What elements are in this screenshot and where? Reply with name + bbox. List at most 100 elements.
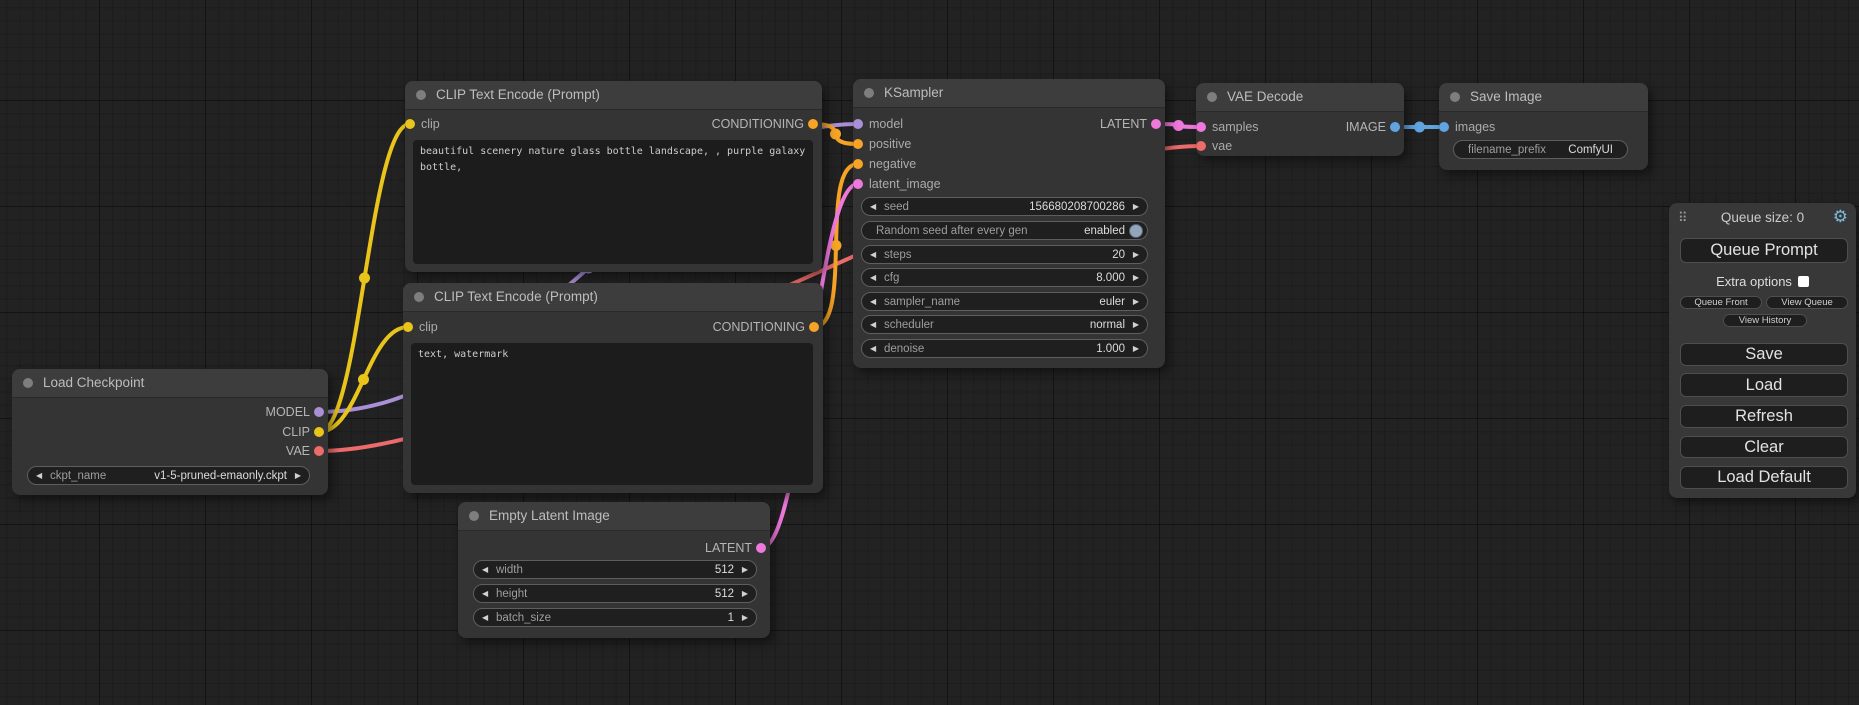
left-arrow-icon[interactable]: ◀: [870, 341, 876, 357]
extra-options-label: Extra options: [1716, 274, 1792, 289]
right-arrow-icon[interactable]: ▶: [295, 468, 301, 484]
output-label-CONDITIONING: CONDITIONING: [712, 117, 804, 131]
widget-denoise[interactable]: ◀denoise1.000▶: [861, 339, 1148, 358]
collapse-dot-icon[interactable]: [414, 292, 424, 302]
output-dot-CLIP[interactable]: [314, 427, 324, 437]
widget-height[interactable]: ◀height512▶: [473, 584, 757, 603]
widget-scheduler[interactable]: ◀schedulernormal▶: [861, 315, 1148, 334]
input-dot-model[interactable]: [853, 119, 863, 129]
output-dot-CONDITIONING[interactable]: [809, 322, 819, 332]
collapse-dot-icon[interactable]: [416, 90, 426, 100]
collapse-dot-icon[interactable]: [864, 88, 874, 98]
node-ksampler[interactable]: KSamplermodelpositivenegativelatent_imag…: [853, 79, 1165, 368]
collapse-dot-icon[interactable]: [469, 511, 479, 521]
right-arrow-icon[interactable]: ▶: [1133, 247, 1139, 263]
prompt-textarea[interactable]: text, watermark: [411, 343, 813, 485]
right-arrow-icon[interactable]: ▶: [1133, 341, 1139, 357]
node-title-bar[interactable]: Empty Latent Image: [458, 502, 770, 531]
load-default-button[interactable]: Load Default: [1680, 466, 1848, 489]
clear-button[interactable]: Clear: [1680, 436, 1848, 458]
widget-value: 1: [728, 610, 734, 626]
widget-label: seed: [884, 199, 909, 215]
node-clip_encode_1[interactable]: CLIP Text Encode (Prompt)clipCONDITIONIN…: [405, 81, 822, 272]
input-dot-negative[interactable]: [853, 159, 863, 169]
input-dot-vae[interactable]: [1196, 141, 1206, 151]
output-dot-LATENT[interactable]: [1151, 119, 1161, 129]
output-dot-IMAGE[interactable]: [1390, 122, 1400, 132]
collapse-dot-icon[interactable]: [1450, 92, 1460, 102]
node-title-bar[interactable]: CLIP Text Encode (Prompt): [405, 81, 822, 110]
left-arrow-icon[interactable]: ◀: [870, 247, 876, 263]
node-load_checkpoint[interactable]: Load CheckpointMODELCLIPVAE◀ckpt_namev1-…: [12, 369, 328, 495]
output-label-LATENT: LATENT: [705, 541, 752, 555]
extra-options-checkbox[interactable]: [1798, 276, 1809, 287]
left-arrow-icon[interactable]: ◀: [36, 468, 42, 484]
output-dot-LATENT[interactable]: [756, 543, 766, 553]
widget-batch_size[interactable]: ◀batch_size1▶: [473, 608, 757, 627]
widget-value: enabled: [1084, 223, 1125, 239]
view-queue-button[interactable]: View Queue: [1766, 296, 1848, 309]
widget-width[interactable]: ◀width512▶: [473, 560, 757, 579]
widget-filename_prefix[interactable]: filename_prefixComfyUI: [1453, 140, 1628, 159]
link-midpoint-dot: [1173, 120, 1184, 131]
node-title-bar[interactable]: Load Checkpoint: [12, 369, 328, 398]
right-arrow-icon[interactable]: ▶: [1133, 270, 1139, 286]
input-dot-clip[interactable]: [403, 322, 413, 332]
collapse-dot-icon[interactable]: [1207, 92, 1217, 102]
toggle-circle-icon[interactable]: [1129, 224, 1143, 238]
input-dot-samples[interactable]: [1196, 122, 1206, 132]
left-arrow-icon[interactable]: ◀: [870, 294, 876, 310]
right-arrow-icon[interactable]: ▶: [1133, 317, 1139, 333]
right-arrow-icon[interactable]: ▶: [742, 610, 748, 626]
widget-ckpt_name[interactable]: ◀ckpt_namev1-5-pruned-emaonly.ckpt▶: [27, 466, 310, 485]
view-history-button[interactable]: View History: [1723, 314, 1807, 327]
left-arrow-icon[interactable]: ◀: [482, 562, 488, 578]
widget-label: steps: [884, 247, 912, 263]
prompt-textarea[interactable]: beautiful scenery nature glass bottle la…: [413, 140, 813, 264]
widget-seed[interactable]: ◀seed156680208700286▶: [861, 197, 1148, 216]
output-label-CLIP: CLIP: [282, 425, 310, 439]
input-dot-clip[interactable]: [405, 119, 415, 129]
widget-value: 20: [1112, 247, 1125, 263]
queue-front-button[interactable]: Queue Front: [1680, 296, 1762, 309]
left-arrow-icon[interactable]: ◀: [482, 610, 488, 626]
right-arrow-icon[interactable]: ▶: [1133, 199, 1139, 215]
output-dot-CONDITIONING[interactable]: [808, 119, 818, 129]
widget-steps[interactable]: ◀ steps 20 ▶: [861, 245, 1148, 264]
right-arrow-icon[interactable]: ▶: [742, 586, 748, 602]
collapse-dot-icon[interactable]: [23, 378, 33, 388]
node-title-bar[interactable]: KSampler: [853, 79, 1165, 108]
extra-options-row: Extra options: [1669, 274, 1856, 289]
widget-cfg[interactable]: ◀cfg8.000▶: [861, 268, 1148, 287]
input-dot-images[interactable]: [1439, 122, 1449, 132]
output-label-VAE: VAE: [286, 444, 310, 458]
node-title-label: CLIP Text Encode (Prompt): [436, 81, 600, 109]
left-arrow-icon[interactable]: ◀: [870, 270, 876, 286]
input-label-samples: samples: [1212, 120, 1259, 134]
output-dot-MODEL[interactable]: [314, 407, 324, 417]
widget-label: Random seed after every gen: [876, 223, 1028, 239]
left-arrow-icon[interactable]: ◀: [870, 317, 876, 333]
queue-prompt-button[interactable]: Queue Prompt: [1680, 238, 1848, 263]
input-dot-latent_image[interactable]: [853, 179, 863, 189]
save-button[interactable]: Save: [1680, 343, 1848, 366]
node-save_image[interactable]: Save Imageimagesfilename_prefixComfyUI: [1439, 83, 1648, 170]
widget-value: euler: [1099, 294, 1125, 310]
refresh-button[interactable]: Refresh: [1680, 405, 1848, 428]
left-arrow-icon[interactable]: ◀: [482, 586, 488, 602]
right-arrow-icon[interactable]: ▶: [1133, 294, 1139, 310]
load-button[interactable]: Load: [1680, 373, 1848, 397]
node-title-bar[interactable]: CLIP Text Encode (Prompt): [403, 283, 823, 312]
right-arrow-icon[interactable]: ▶: [742, 562, 748, 578]
output-dot-VAE[interactable]: [314, 446, 324, 456]
widget-random-seed-after-every-gen[interactable]: Random seed after every gen enabled: [861, 221, 1148, 240]
left-arrow-icon[interactable]: ◀: [870, 199, 876, 215]
node-empty_latent[interactable]: Empty Latent Image LATENT ◀width512▶ ◀heigh…: [458, 502, 770, 638]
node-title-bar[interactable]: VAE Decode: [1196, 83, 1404, 112]
widget-sampler_name[interactable]: ◀sampler_nameeuler▶: [861, 292, 1148, 311]
input-dot-positive[interactable]: [853, 139, 863, 149]
node-vae_decode[interactable]: VAE DecodesamplesvaeIMAGE: [1196, 83, 1404, 156]
node-clip_encode_2[interactable]: CLIP Text Encode (Prompt)clipCONDITIONIN…: [403, 283, 823, 493]
gear-icon[interactable]: ⚙: [1833, 207, 1848, 227]
node-title-bar[interactable]: Save Image: [1439, 83, 1648, 112]
